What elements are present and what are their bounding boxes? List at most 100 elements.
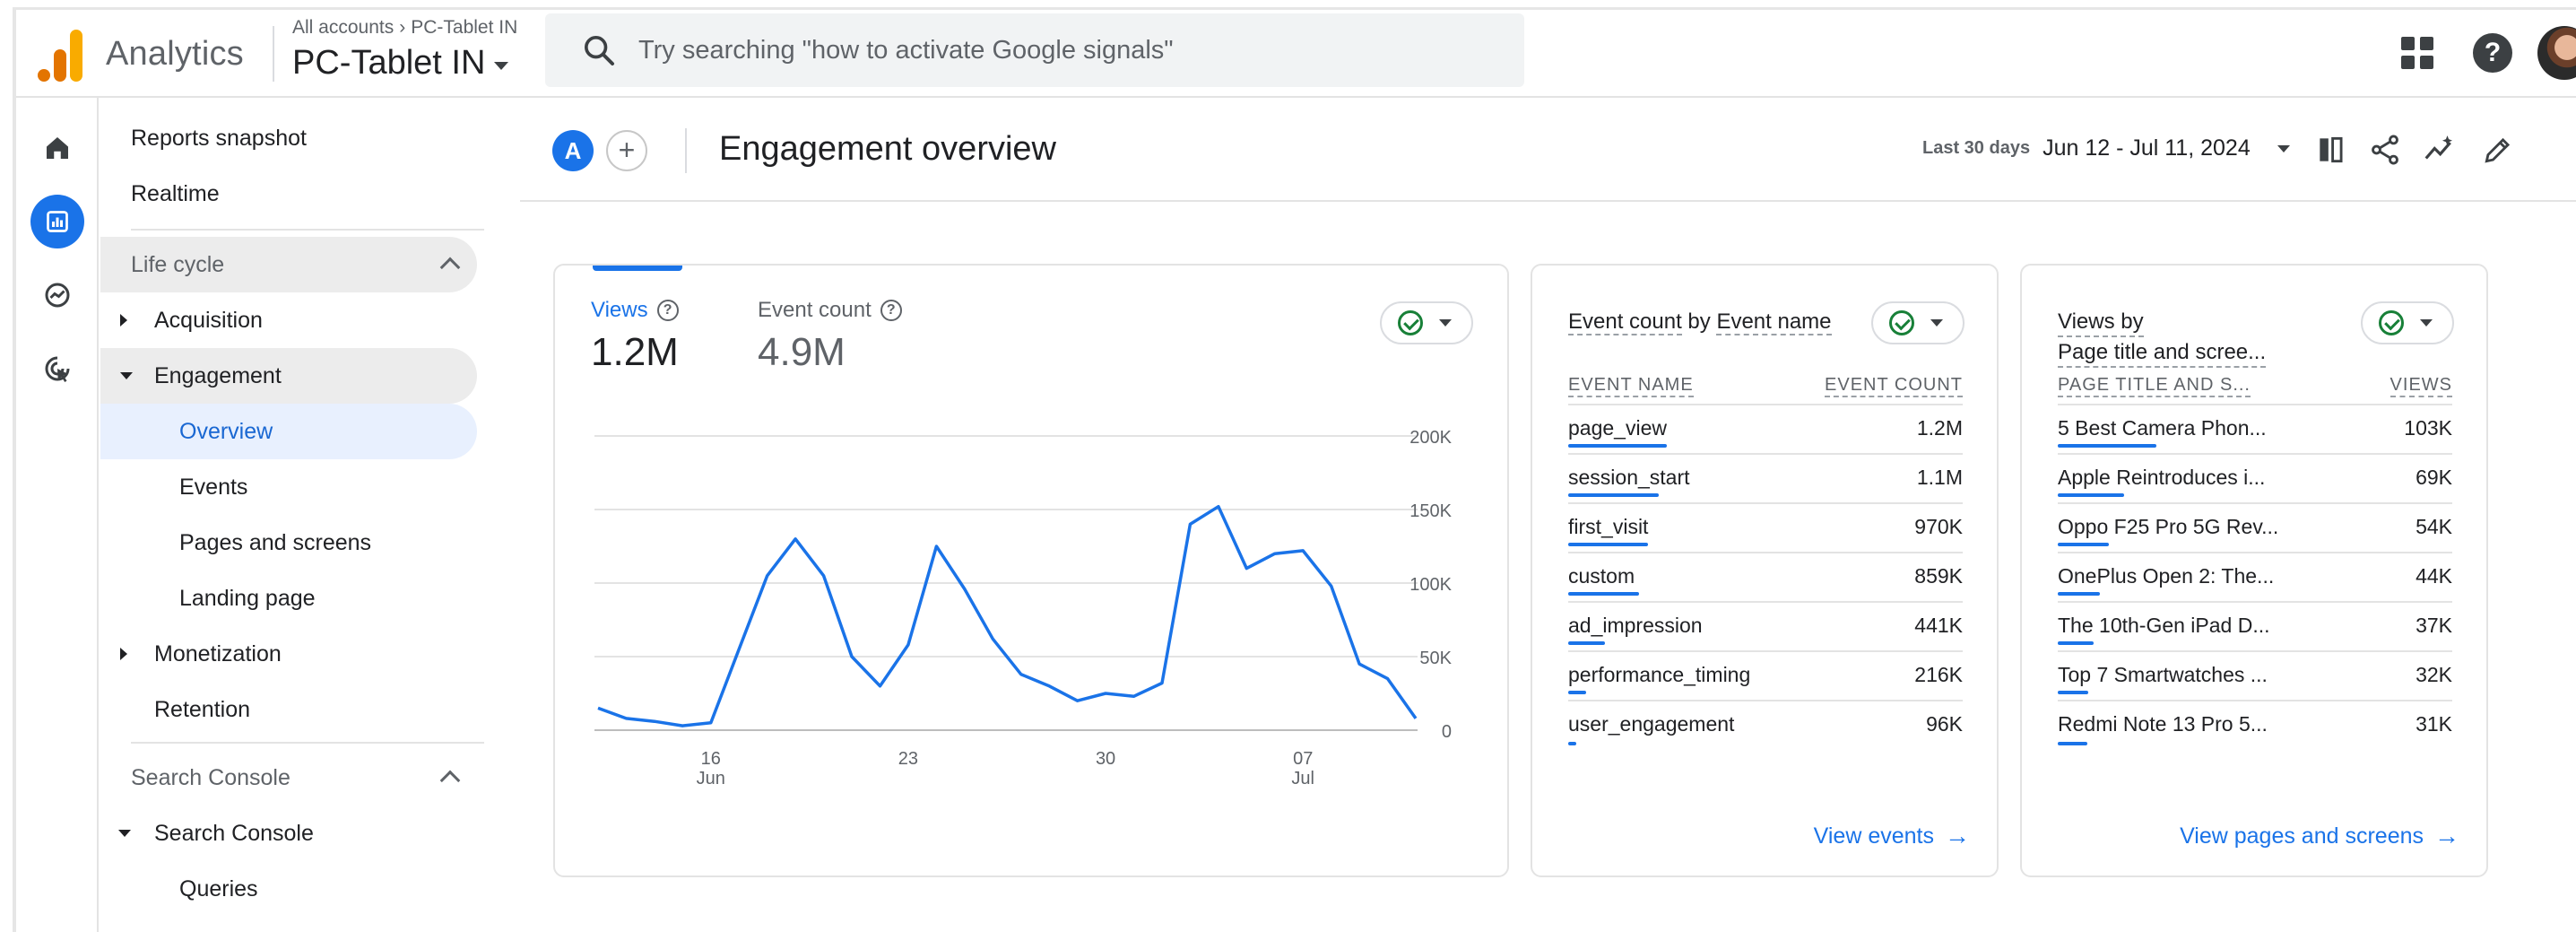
left-rail <box>16 98 99 932</box>
row-value-bar <box>1568 592 1639 596</box>
nav-search-console[interactable]: Search Console <box>99 806 475 861</box>
share-icon[interactable] <box>2365 130 2405 170</box>
table-header: EVENT NAME EVENT COUNT <box>1568 373 1963 405</box>
table-row[interactable]: Oppo F25 Pro 5G Rev... 54K <box>2058 504 2452 553</box>
nav-realtime[interactable]: Realtime <box>131 166 220 222</box>
dropdown-caret-icon <box>494 62 509 70</box>
property-selector[interactable]: PC-Tablet IN <box>292 44 509 83</box>
nav-events[interactable]: Events <box>179 459 247 515</box>
table-row[interactable]: user_engagement 96K <box>1568 701 1963 751</box>
row-label: custom <box>1568 564 1635 588</box>
insights-icon[interactable] <box>2419 130 2459 170</box>
search-bar[interactable]: Try searching "how to activate Google si… <box>545 13 1524 87</box>
nav-pages-and-screens[interactable]: Pages and screens <box>179 515 371 571</box>
nav-engagement[interactable]: Engagement <box>100 348 477 404</box>
nav-monetization[interactable]: Monetization <box>99 626 475 682</box>
nav-section-lifecycle[interactable]: Life cycle <box>100 237 477 292</box>
row-value-bar <box>2058 691 2088 694</box>
home-icon[interactable] <box>30 121 84 175</box>
advertising-icon[interactable] <box>30 342 84 396</box>
edit-icon[interactable] <box>2478 130 2518 170</box>
x-tick-month-label: Jun <box>697 769 725 788</box>
table-row[interactable]: page_view 1.2M <box>1568 405 1963 455</box>
search-icon <box>585 36 614 65</box>
apps-grid-icon[interactable] <box>2401 37 2433 69</box>
nav-section-search-console[interactable]: Search Console <box>100 750 477 806</box>
row-label: OnePlus Open 2: The... <box>2058 564 2275 588</box>
row-label: Oppo F25 Pro 5G Rev... <box>2058 515 2279 538</box>
help-icon[interactable]: ? <box>2473 33 2512 73</box>
row-value: 37K <box>2416 614 2452 637</box>
analytics-logo-icon[interactable] <box>38 26 82 82</box>
chevron-up-icon <box>439 257 461 278</box>
y-tick-label: 200K <box>1409 428 1452 448</box>
data-quality-chip[interactable] <box>2361 301 2454 344</box>
view-events-link[interactable]: View events → <box>1814 822 1970 850</box>
table-row[interactable]: The 10th-Gen iPad D... 37K <box>2058 603 2452 652</box>
views-by-page-card: Views by Page title and scree... PAGE TI… <box>2020 264 2488 877</box>
check-circle-icon <box>1889 310 1914 335</box>
expand-arrow-icon <box>120 648 127 660</box>
views-series-line[interactable] <box>597 504 1418 727</box>
row-label: Apple Reintroduces i... <box>2058 466 2266 489</box>
table-header: PAGE TITLE AND S... VIEWS <box>2058 373 2452 405</box>
table-row[interactable]: session_start 1.1M <box>1568 455 1963 504</box>
search-input[interactable]: Try searching "how to activate Google si… <box>638 36 1174 65</box>
row-label: page_view <box>1568 416 1667 440</box>
row-value-bar <box>1568 691 1586 694</box>
row-value: 96K <box>1926 712 1963 736</box>
row-value: 216K <box>1914 663 1963 686</box>
row-value-bar <box>2058 742 2087 745</box>
table-row[interactable]: Top 7 Smartwatches ... 32K <box>2058 652 2452 701</box>
row-value: 44K <box>2416 564 2452 588</box>
table-row[interactable]: performance_timing 216K <box>1568 652 1963 701</box>
table-row[interactable]: OnePlus Open 2: The... 44K <box>2058 553 2452 603</box>
reports-icon[interactable] <box>30 195 84 248</box>
nav-queries[interactable]: Queries <box>179 861 258 917</box>
table-row[interactable]: Apple Reintroduces i... 69K <box>2058 455 2452 504</box>
report-nav: Reports snapshot Realtime Life cycle Acq… <box>99 98 484 932</box>
table-row[interactable]: Redmi Note 13 Pro 5... 31K <box>2058 701 2452 751</box>
table-row[interactable]: custom 859K <box>1568 553 1963 603</box>
row-value-bar <box>1568 543 1648 546</box>
arrow-right-icon: → <box>1945 822 1970 849</box>
x-tick-label: 23 <box>898 749 918 769</box>
comparison-chip[interactable]: A <box>552 130 594 171</box>
table-row[interactable]: 5 Best Camera Phon... 103K <box>2058 405 2452 455</box>
avatar[interactable] <box>2537 26 2576 80</box>
nav-acquisition[interactable]: Acquisition <box>99 292 475 348</box>
row-value: 32K <box>2416 663 2452 686</box>
account-breadcrumb[interactable]: All accounts › PC-Tablet IN <box>292 17 517 39</box>
view-pages-and-screens-link[interactable]: View pages and screens → <box>2180 822 2459 850</box>
y-tick-label: 150K <box>1409 501 1452 521</box>
date-range-picker[interactable]: Last 30 days Jun 12 - Jul 11, 2024 <box>1922 135 2290 161</box>
x-tick-label: 30 <box>1096 749 1115 769</box>
add-comparison-button[interactable]: + <box>606 130 647 171</box>
table-row[interactable]: first_visit 970K <box>1568 504 1963 553</box>
row-value-bar <box>1568 641 1605 645</box>
explore-icon[interactable] <box>30 268 84 322</box>
x-tick-month-label: Jul <box>1291 769 1314 788</box>
nav-reports-snapshot[interactable]: Reports snapshot <box>131 110 307 166</box>
row-value-bar <box>2058 493 2124 497</box>
data-quality-chip[interactable] <box>1871 301 1965 344</box>
arrow-right-icon: → <box>2434 822 2459 849</box>
table-row[interactable]: ad_impression 441K <box>1568 603 1963 652</box>
dropdown-caret-icon <box>1930 319 1943 327</box>
app-frame: Analytics All accounts › PC-Tablet IN PC… <box>0 0 2576 932</box>
check-circle-icon <box>2379 310 2404 335</box>
card-title: Event count by Event name <box>1568 309 1832 335</box>
nav-retention[interactable]: Retention <box>154 682 250 737</box>
collapse-arrow-icon <box>120 372 133 379</box>
row-value: 103K <box>2404 416 2452 440</box>
row-value-bar <box>2058 592 2100 596</box>
x-tick-label: 16 <box>701 749 721 769</box>
nav-landing-page[interactable]: Landing page <box>179 571 316 626</box>
row-value-bar <box>2058 543 2109 546</box>
nav-overview[interactable]: Overview <box>100 404 477 459</box>
report-header: A + Engagement overview Last 30 days Jun… <box>520 98 2576 202</box>
compare-icon[interactable] <box>2311 130 2351 170</box>
engagement-chart-card: Views ? 1.2M Event count ? 4.9M 0 50K 100K… <box>553 264 1509 877</box>
row-value: 970K <box>1914 515 1963 538</box>
chevron-up-icon <box>439 770 461 791</box>
